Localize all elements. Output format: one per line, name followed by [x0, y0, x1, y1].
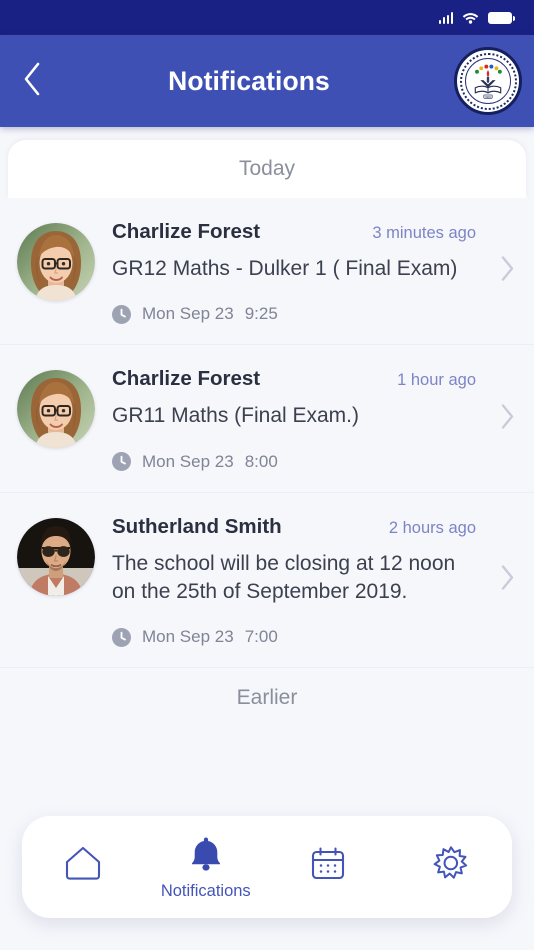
chevron-right-icon[interactable] — [498, 254, 516, 289]
back-button[interactable] — [0, 35, 64, 127]
signal-bars-icon — [438, 11, 453, 24]
bell-icon — [185, 833, 227, 878]
battery-icon — [488, 11, 516, 24]
chevron-right-icon[interactable] — [498, 563, 516, 598]
section-title: Earlier — [236, 686, 298, 710]
nav-item-settings[interactable] — [390, 816, 513, 918]
clock-icon — [112, 627, 131, 647]
bottom-navigation-bar: Notifications — [22, 816, 512, 918]
relative-time: 1 hour ago — [397, 371, 476, 390]
notification-meta: Mon Sep 23 7:00 — [112, 627, 476, 647]
notification-message: GR12 Maths - Dulker 1 ( Final Exam) — [112, 257, 458, 280]
sender-name: Sutherland Smith — [112, 514, 282, 538]
clock-icon — [112, 452, 131, 472]
notification-row[interactable]: Charlize Forest 3 minutes ago GR12 Maths… — [0, 198, 534, 346]
nav-item-calendar[interactable] — [267, 816, 390, 918]
notification-message: The school will be closing at 12 noon on… — [112, 551, 456, 604]
notification-header: Charlize Forest 3 minutes ago — [112, 220, 476, 244]
sender-name: Charlize Forest — [112, 220, 261, 243]
notification-date: Mon Sep 23 — [142, 451, 234, 471]
sender-name: Charlize Forest — [112, 367, 261, 391]
wifi-icon — [462, 11, 479, 24]
app-header: Notifications 1901 — [0, 35, 534, 127]
notification-header: Charlize Forest 1 hour ago — [112, 367, 476, 391]
clock-icon — [112, 304, 131, 324]
section-title: Today — [238, 157, 296, 180]
notification-header: Sutherland Smith 2 hours ago — [112, 515, 476, 539]
section-header-earlier: Earlier — [0, 668, 534, 728]
notification-list: Charlize Forest 3 minutes ago GR12 Maths… — [0, 198, 534, 669]
notification-body: Charlize Forest 1 hour ago GR11 Maths (F… — [112, 367, 534, 472]
settings-gear-icon — [430, 843, 472, 888]
relative-time: 2 hours ago — [388, 518, 476, 537]
notification-row[interactable]: Sutherland Smith 2 hours ago The school … — [0, 492, 534, 669]
notification-time: 7:00 — [244, 627, 278, 647]
calendar-icon — [307, 843, 349, 888]
status-bar — [0, 0, 534, 35]
notification-row[interactable]: Charlize Forest 1 hour ago GR11 Maths (F… — [0, 345, 534, 493]
chevron-right-icon[interactable] — [498, 401, 516, 436]
page-title: Notifications — [168, 65, 330, 96]
notification-meta: Mon Sep 23 9:25 — [112, 304, 476, 324]
notification-body: Charlize Forest 3 minutes ago GR12 Maths… — [112, 220, 534, 324]
back-chevron-icon — [20, 60, 44, 103]
notification-date: Mon Sep 23 — [142, 627, 234, 647]
avatar-column — [0, 220, 112, 324]
nav-label-notifications: Notifications — [160, 882, 251, 900]
notification-message: GR11 Maths (Final Exam.) — [112, 404, 360, 428]
svg-text:1901: 1901 — [485, 96, 491, 99]
nav-item-notifications[interactable]: Notifications — [145, 816, 268, 918]
section-header-today: Today — [8, 140, 526, 198]
notification-meta: Mon Sep 23 8:00 — [112, 452, 476, 472]
home-icon — [62, 843, 104, 888]
nav-item-home[interactable] — [22, 816, 145, 918]
relative-time: 3 minutes ago — [372, 224, 476, 242]
avatar — [17, 517, 95, 596]
school-crest-logo: 1901 — [454, 47, 522, 115]
phone-screen: Notifications 1901 Today Charlize Forest… — [0, 0, 534, 950]
avatar — [17, 223, 95, 301]
avatar — [17, 370, 95, 449]
notification-time: 9:25 — [244, 304, 278, 324]
notification-body: Sutherland Smith 2 hours ago The school … — [112, 515, 534, 648]
avatar-column — [0, 367, 112, 471]
notification-date: Mon Sep 23 — [142, 304, 234, 324]
avatar-column — [0, 515, 112, 648]
notification-time: 8:00 — [244, 451, 278, 471]
school-logo-button[interactable]: 1901 — [442, 35, 534, 127]
